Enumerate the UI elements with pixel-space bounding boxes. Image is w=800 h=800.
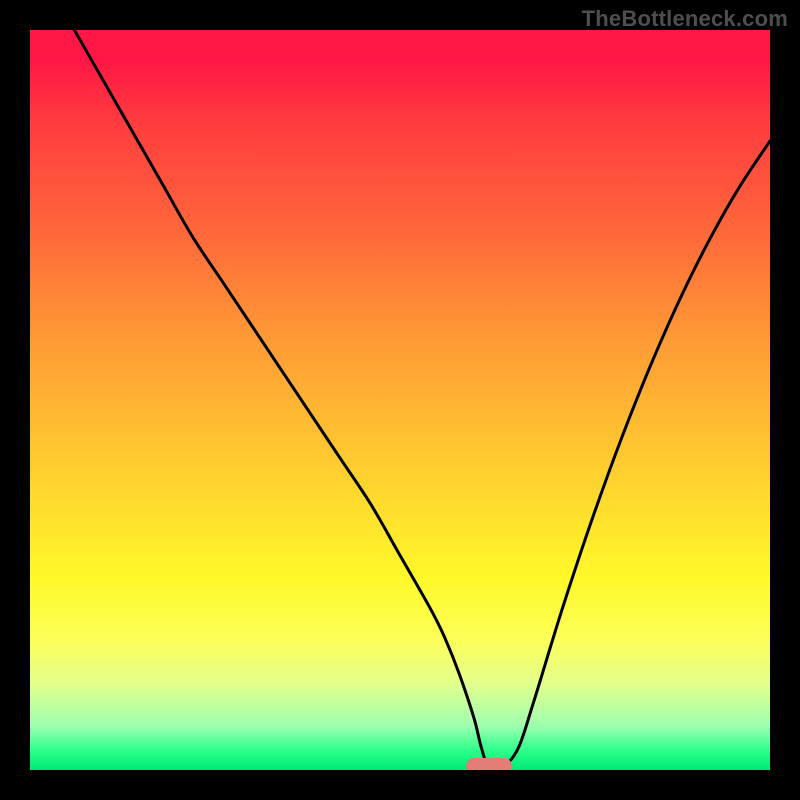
curve-svg [30,30,770,770]
chart-frame: TheBottleneck.com [0,0,800,800]
optimal-zone-marker [466,758,512,770]
bottleneck-curve-path [74,30,770,769]
watermark-text: TheBottleneck.com [582,6,788,32]
plot-area [30,30,770,770]
